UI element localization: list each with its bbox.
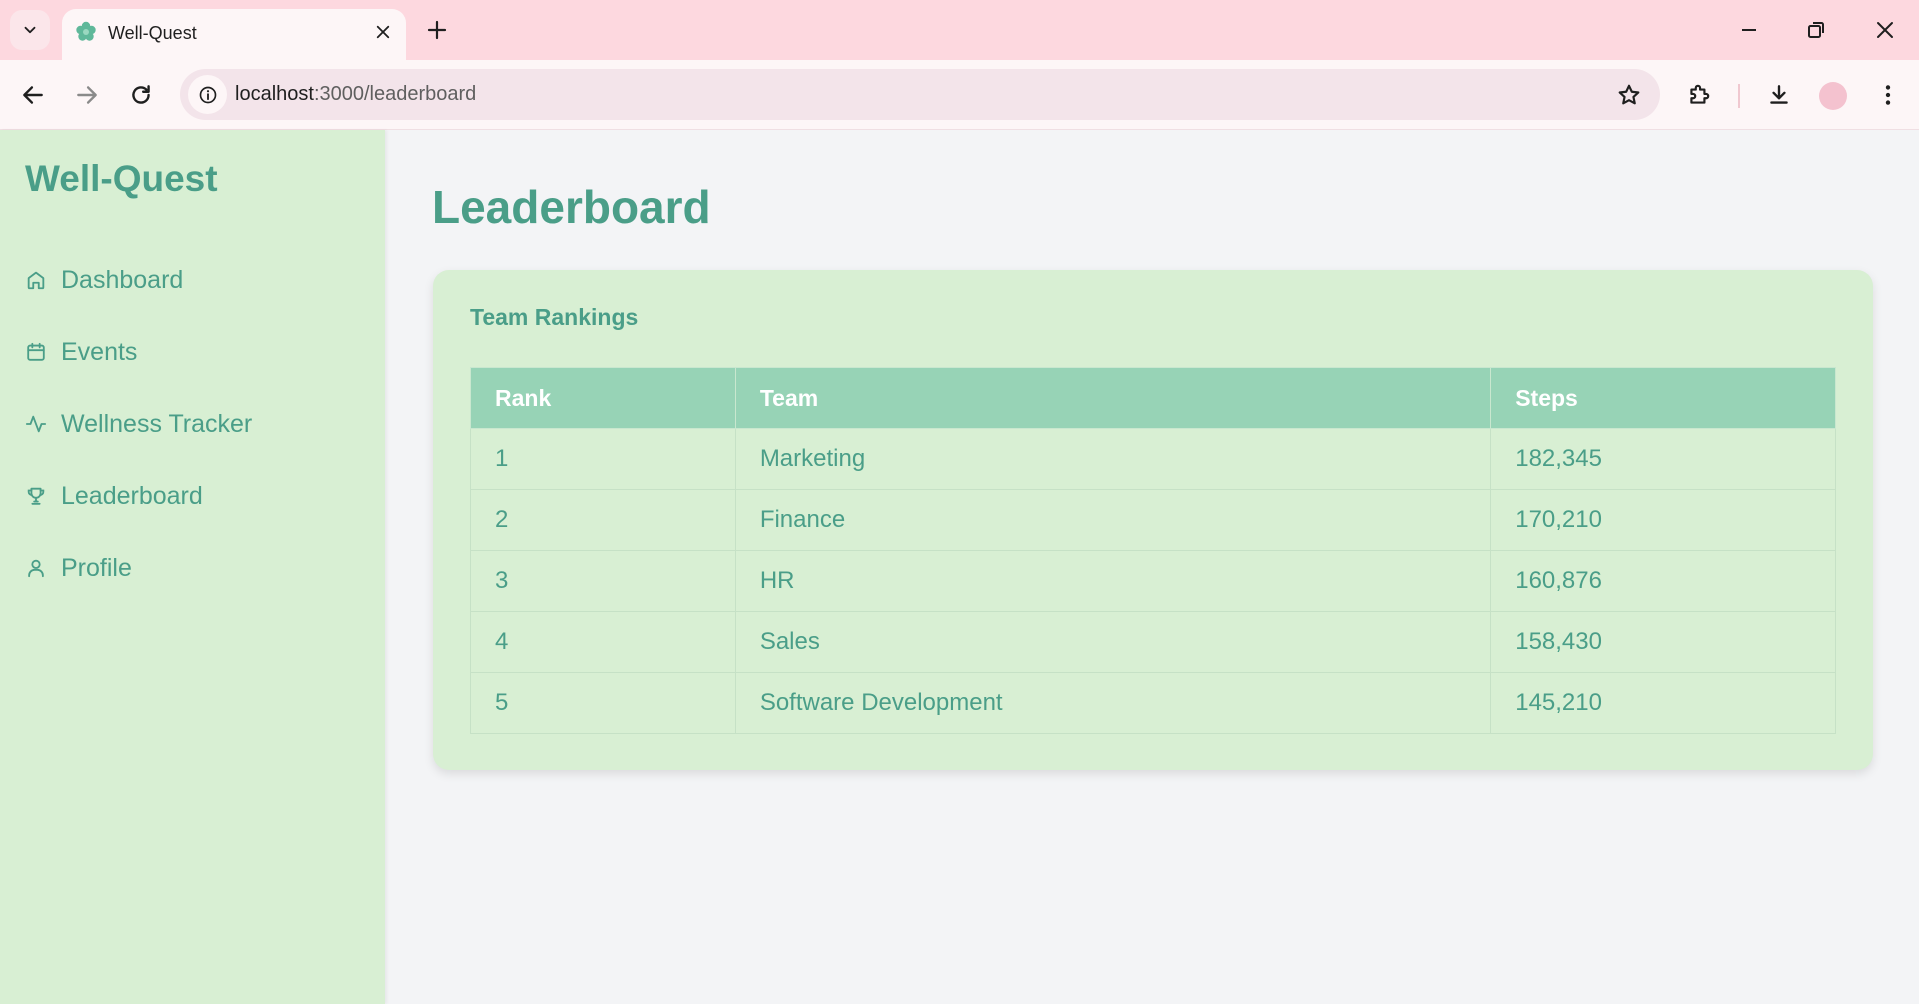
browser-tab-bar: Well-Quest — [0, 0, 1919, 60]
column-header-rank: Rank — [470, 367, 736, 429]
steps-cell: 158,430 — [1490, 611, 1836, 673]
app-brand[interactable]: Well-Quest — [25, 158, 218, 200]
main-content: Leaderboard Team Rankings Rank Team Step… — [385, 130, 1919, 1004]
trophy-icon — [27, 487, 45, 505]
sidebar-item-label: Events — [61, 337, 138, 366]
table-row: 2 Finance 170,210 — [470, 489, 1836, 551]
rank-cell: 2 — [470, 489, 736, 551]
rank-cell: 4 — [470, 611, 736, 673]
forward-arrow-icon[interactable] — [74, 82, 100, 108]
sidebar: Well-Quest Dashboard Events Wellness Tra… — [0, 130, 385, 1004]
sidebar-item-label: Profile — [61, 553, 132, 582]
team-cell: Sales — [734, 611, 1492, 673]
close-tab-icon[interactable] — [374, 23, 392, 41]
sidebar-item-label: Dashboard — [61, 265, 184, 294]
team-cell: Marketing — [734, 428, 1492, 490]
reload-icon[interactable] — [128, 82, 154, 108]
user-icon — [28, 559, 44, 578]
steps-cell: 170,210 — [1490, 489, 1836, 551]
toolbar-separator — [1738, 84, 1740, 108]
card-title: Team Rankings — [470, 304, 639, 330]
rank-cell: 3 — [470, 550, 736, 612]
table-header-row: Rank Team Steps — [470, 367, 1836, 429]
back-arrow-icon[interactable] — [20, 82, 46, 108]
steps-cell: 145,210 — [1490, 672, 1836, 734]
rank-cell: 5 — [470, 672, 736, 734]
sidebar-item-profile[interactable]: Profile — [25, 548, 132, 588]
info-icon — [199, 86, 216, 103]
more-menu-icon[interactable] — [1875, 82, 1901, 108]
download-icon[interactable] — [1766, 82, 1792, 108]
flower-favicon-icon — [76, 21, 96, 41]
sidebar-item-leaderboard[interactable]: Leaderboard — [25, 476, 203, 516]
new-tab-icon[interactable] — [425, 18, 449, 42]
restore-icon[interactable] — [1804, 18, 1828, 42]
steps-cell: 160,876 — [1490, 550, 1836, 612]
activity-icon — [25, 415, 47, 433]
sidebar-item-label: Wellness Tracker — [61, 409, 253, 438]
column-header-steps: Steps — [1490, 367, 1836, 429]
rank-cell: 1 — [470, 428, 736, 490]
address-bar[interactable]: localhost:3000/leaderboard — [180, 69, 1660, 120]
team-rankings-card: Team Rankings Rank Team Steps 1 Marketin… — [433, 270, 1873, 770]
table-row: 1 Marketing 182,345 — [470, 428, 1836, 490]
team-cell: Software Development — [734, 672, 1492, 734]
sidebar-item-wellness-tracker[interactable]: Wellness Tracker — [25, 404, 252, 444]
table-row: 3 HR 160,876 — [470, 550, 1836, 612]
site-info-button[interactable] — [188, 75, 227, 114]
bookmark-star-icon[interactable] — [1616, 82, 1642, 108]
table-row: 4 Sales 158,430 — [470, 611, 1836, 673]
sidebar-item-events[interactable]: Events — [25, 332, 137, 372]
browser-tab[interactable]: Well-Quest — [62, 9, 406, 60]
url-path: :3000/leaderboard — [313, 83, 477, 105]
home-icon — [27, 271, 45, 290]
profile-avatar[interactable] — [1819, 82, 1847, 110]
sidebar-item-dashboard[interactable]: Dashboard — [25, 260, 183, 300]
browser-toolbar: localhost:3000/leaderboard — [0, 60, 1919, 130]
tab-title: Well-Quest — [108, 23, 197, 43]
page-title: Leaderboard — [432, 181, 711, 233]
team-cell: HR — [734, 550, 1492, 612]
sidebar-item-label: Leaderboard — [61, 481, 203, 510]
tab-search-button[interactable] — [10, 10, 50, 50]
steps-cell: 182,345 — [1490, 428, 1836, 490]
team-cell: Finance — [734, 489, 1492, 551]
url-text[interactable]: localhost:3000/leaderboard — [235, 83, 476, 106]
column-header-team: Team — [734, 367, 1492, 429]
extensions-puzzle-icon[interactable] — [1686, 82, 1712, 108]
url-host: localhost — [235, 83, 314, 105]
minimize-icon[interactable] — [1737, 18, 1761, 42]
chevron-down-icon — [24, 26, 36, 34]
close-window-icon[interactable] — [1873, 18, 1897, 42]
calendar-icon — [27, 342, 45, 361]
table-row: 5 Software Development 145,210 — [470, 672, 1836, 734]
rankings-table: Rank Team Steps 1 Marketing 182,345 2 Fi… — [470, 367, 1836, 734]
